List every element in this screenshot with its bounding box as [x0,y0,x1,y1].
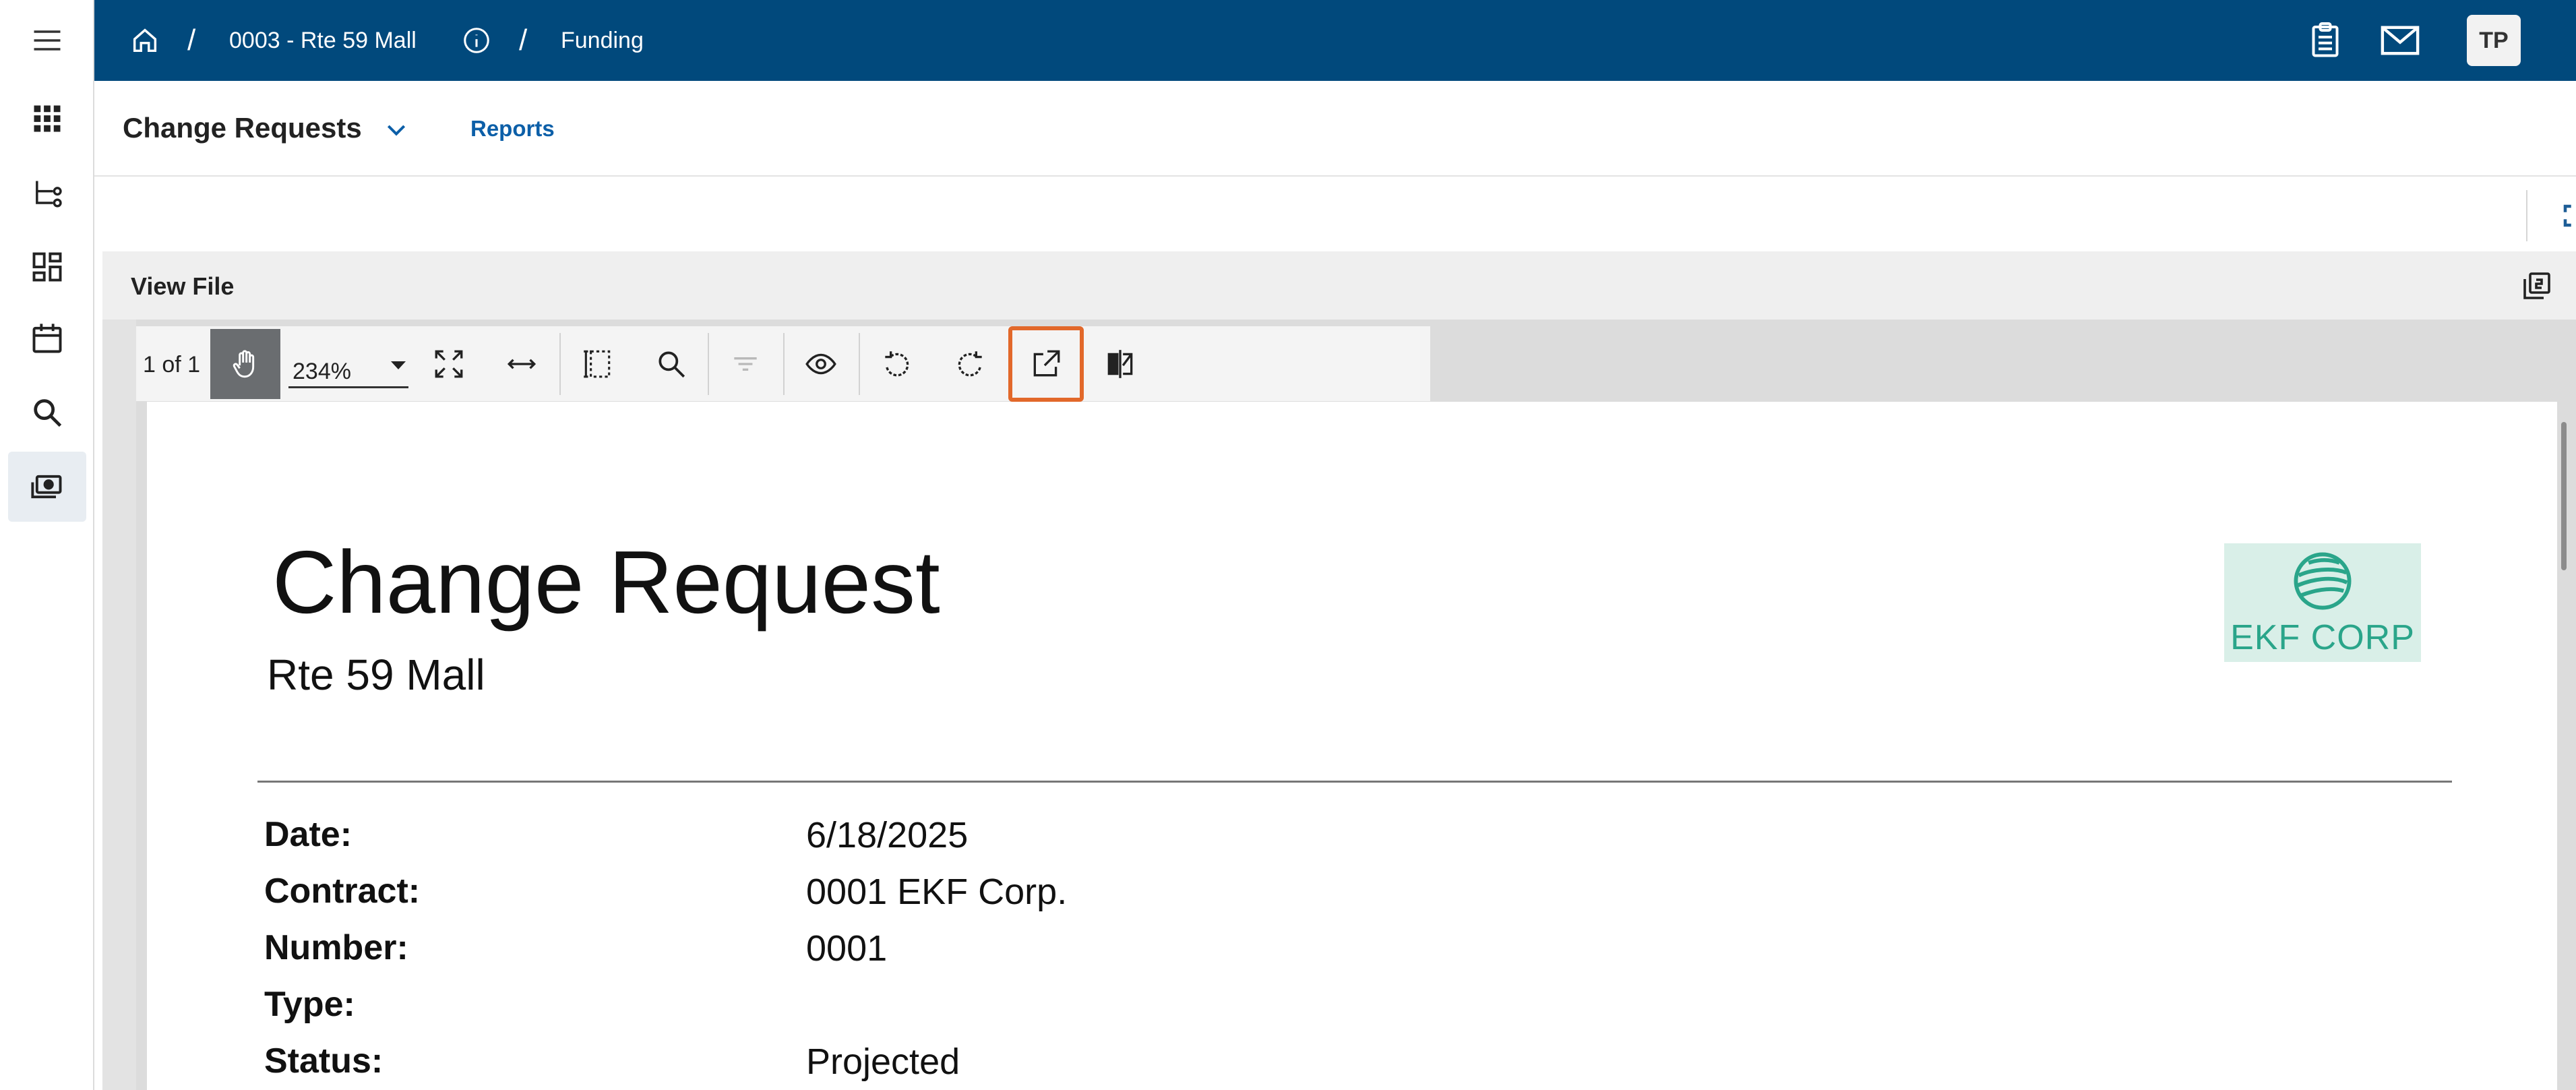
module-title[interactable]: Change Requests [123,112,362,144]
reports-link[interactable]: Reports [470,116,555,142]
view-file-title: View File [131,272,235,300]
divider [257,781,2452,783]
breadcrumb-project[interactable]: 0003 - Rte 59 Mall [229,0,417,81]
search-icon[interactable] [8,377,86,448]
field-label-type: Type: [264,985,355,1024]
home-icon[interactable] [129,0,160,81]
zoom-select[interactable]: 234% [288,341,408,388]
caret-down-icon [391,361,406,369]
text-select-icon[interactable] [562,329,632,399]
breadcrumb-current[interactable]: Funding [561,0,644,81]
top-bar: / 0003 - Rte 59 Mall / Funding TP [94,0,2576,81]
chevron-down-icon[interactable] [383,116,410,146]
field-value-contract: 0001 EKF Corp. [806,872,1068,912]
workflow-tree-icon[interactable] [8,159,86,229]
field-value-number: 0001 [806,928,888,969]
rotate-left-icon[interactable] [861,329,931,399]
zoom-value: 234% [293,359,351,384]
toolbar-separator [783,333,785,395]
viewer-gutter [102,320,136,1090]
apps-grid-icon[interactable] [8,84,86,154]
page-indicator: 1 of 1 [143,352,201,377]
mail-icon[interactable] [2378,0,2422,81]
calendar-icon[interactable] [8,303,86,373]
field-label-number: Number: [264,928,408,967]
breadcrumb-separator: / [187,24,196,57]
view-file-bar: View File [102,252,2576,320]
info-icon[interactable] [461,0,492,81]
field-value-date: 6/18/2025 [806,815,969,855]
rotate-right-icon[interactable] [936,329,1006,399]
expand-icon[interactable] [2557,198,2576,233]
viewer-scrollbar[interactable] [2561,422,2567,570]
globe-logo-icon [2294,552,2352,610]
funding-money-icon[interactable] [8,452,86,522]
filter-icon[interactable] [710,329,780,399]
clipboard-icon[interactable] [2305,0,2345,81]
eye-icon[interactable] [786,329,856,399]
left-nav-rail [0,0,94,1090]
dashboard-icon[interactable] [8,232,86,302]
breadcrumb-separator: / [519,24,528,57]
document-title: Change Request [272,533,940,632]
open-external-icon[interactable] [1008,326,1084,402]
module-header: Change Requests Reports [94,81,2576,177]
document-page: Change Request Rte 59 Mall EKF CORP Date… [147,402,2557,1090]
toolbar-separator [559,333,561,395]
compare-icon[interactable] [1085,329,1155,399]
copy-pages-icon[interactable] [2521,270,2553,305]
toolbar-separator [859,333,860,395]
panel-header [102,178,2576,252]
user-avatar[interactable]: TP [2467,15,2521,66]
field-label-contract: Contract: [264,872,421,911]
fit-page-icon[interactable] [414,329,484,399]
divider [2526,190,2527,241]
field-label-status: Status: [264,1041,384,1081]
logo-text: EKF CORP [2230,618,2415,657]
viewer-toolbar: 1 of 1 234% [136,326,1430,402]
field-value-status: Projected [806,1041,960,1082]
fit-width-icon[interactable] [487,329,557,399]
toolbar-separator [708,333,709,395]
document-subtitle: Rte 59 Mall [267,650,485,699]
zoom-search-icon[interactable] [636,329,706,399]
company-logo: EKF CORP [2224,543,2421,662]
menu-icon[interactable] [8,5,86,75]
field-label-date: Date: [264,815,352,854]
pan-hand-icon[interactable] [210,329,280,399]
